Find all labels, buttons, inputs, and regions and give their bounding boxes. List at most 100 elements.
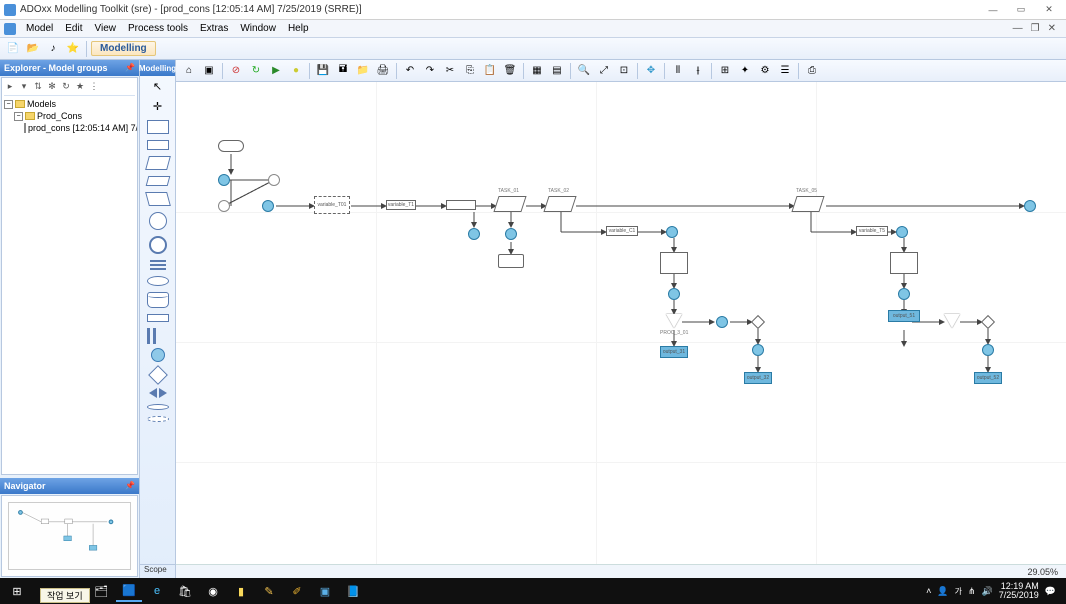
app-icon-2[interactable]: ✐ [284, 580, 310, 602]
palette-parallelogram-1[interactable] [145, 156, 171, 170]
palette-crosshair-icon[interactable]: ✛ [147, 100, 169, 114]
tray-up-icon[interactable]: ˄ [926, 586, 931, 596]
minimize-button[interactable]: — [980, 2, 1006, 18]
ct-grid-2-icon[interactable]: ▤ [548, 62, 566, 80]
task-b[interactable] [543, 196, 576, 212]
task-d[interactable] [791, 196, 824, 212]
ct-record-icon[interactable]: ● [287, 62, 305, 80]
tree-sort-icon[interactable]: ⇅ [32, 80, 44, 92]
mdi-restore-icon[interactable]: ❐ [1031, 23, 1040, 34]
tree-model[interactable]: prod_cons [12:05:14 AM] 7/ [4, 122, 135, 134]
ct-undo-icon[interactable]: ⊘ [227, 62, 245, 80]
diagram-canvas[interactable]: variable_T01 variable_T1 TASK_01 TASK_02… [176, 82, 1066, 564]
navigator-thumbnail[interactable] [1, 495, 138, 577]
ct-copy-icon[interactable]: ⎘ [461, 62, 479, 80]
cone-1[interactable] [666, 314, 682, 328]
file-explorer-icon[interactable]: 🗂 [88, 580, 114, 602]
navigator-pin-icon[interactable]: 📌 [125, 481, 135, 491]
app-icon-1[interactable]: ✎ [256, 580, 282, 602]
bar-2[interactable] [446, 200, 476, 210]
output-d[interactable]: output_52 [974, 372, 1002, 384]
menu-edit[interactable]: Edit [59, 22, 88, 35]
app-icon-4[interactable]: 📘 [340, 580, 366, 602]
palette-dashed-ellipse[interactable] [147, 416, 169, 422]
ct-nav-icon[interactable]: ✥ [642, 62, 660, 80]
tray-clock[interactable]: 12:19 AM 7/25/2019 [999, 582, 1039, 601]
tree-more-icon[interactable]: ⋮ [88, 80, 100, 92]
palette-bar-shape[interactable] [147, 314, 169, 322]
ct-saveall-icon[interactable]: 🖬 [334, 62, 352, 80]
mdi-close-icon[interactable]: ✕ [1048, 23, 1056, 34]
ct-back-icon[interactable]: ↶ [401, 62, 419, 80]
node-under-b[interactable] [505, 228, 517, 240]
tree-expand-icon[interactable]: ▸ [4, 80, 16, 92]
menu-model[interactable]: Model [20, 22, 59, 35]
node-r3[interactable] [716, 316, 728, 328]
palette-flat-ellipse[interactable] [147, 404, 169, 410]
ct-redo-icon[interactable]: ↻ [247, 62, 265, 80]
close-button[interactable]: ✕ [1036, 2, 1062, 18]
ct-delete-icon[interactable]: 🗑 [501, 62, 519, 80]
modelling-tab[interactable]: Modelling [91, 41, 156, 56]
ct-align-2-icon[interactable]: ⫲ [689, 62, 707, 80]
node-c1[interactable] [218, 174, 230, 186]
tree-group[interactable]: − Prod_Cons [4, 110, 135, 122]
node-under-a[interactable] [468, 228, 480, 240]
maximize-button[interactable]: ▭ [1008, 2, 1034, 18]
palette-node-filled[interactable] [151, 348, 165, 362]
chrome-icon[interactable]: ◉ [200, 580, 226, 602]
edge-icon[interactable]: e [144, 580, 170, 602]
menu-view[interactable]: View [88, 22, 122, 35]
ct-play-icon[interactable]: ▶ [267, 62, 285, 80]
node-gateway-1[interactable] [268, 174, 280, 186]
ct-zoom-in-icon[interactable]: 🔍 [575, 62, 593, 80]
ct-align-1-icon[interactable]: ⫴ [669, 62, 687, 80]
palette-bars[interactable] [150, 260, 166, 270]
tool-bookmark-icon[interactable]: ⭐ [64, 40, 82, 58]
output-a[interactable]: output_31 [660, 346, 688, 358]
task-box-1[interactable]: variable_T01 [314, 196, 350, 214]
menu-window[interactable]: Window [234, 22, 282, 35]
menu-extras[interactable]: Extras [194, 22, 234, 35]
var-d[interactable]: variable_T5 [856, 226, 888, 236]
palette-pointer-icon[interactable]: ↖ [147, 80, 169, 94]
palette-small-rect[interactable] [147, 140, 169, 150]
node-s3[interactable] [982, 344, 994, 356]
palette-triangles[interactable] [149, 388, 167, 398]
palette-twin-bars[interactable] [147, 328, 169, 342]
ct-print-icon[interactable]: 🖨 [374, 62, 392, 80]
store-icon[interactable]: 🛍 [172, 580, 198, 602]
menu-process-tools[interactable]: Process tools [122, 22, 194, 35]
tray-notifications-icon[interactable]: 💬 [1045, 586, 1056, 597]
palette-cylinder[interactable] [147, 292, 169, 308]
node-s1[interactable] [896, 226, 908, 238]
adoxx-taskbar-icon[interactable]: 🟦 [116, 580, 142, 602]
node-r4[interactable] [752, 344, 764, 356]
ct-zoom-fit-icon[interactable]: ⤢ [595, 62, 613, 80]
palette-parallelogram-2[interactable] [145, 176, 170, 186]
start-node[interactable] [218, 140, 244, 152]
ct-grid-toggle-icon[interactable]: ⊞ [716, 62, 734, 80]
tree-collapse-icon[interactable]: ▾ [18, 80, 30, 92]
task-a[interactable] [493, 196, 526, 212]
tray-sound-icon[interactable]: 🔊 [982, 586, 993, 597]
var-c[interactable]: variable_C1 [606, 226, 638, 236]
node-s2[interactable] [898, 288, 910, 300]
box-r1[interactable] [660, 252, 688, 274]
start-button[interactable]: ⊞ [4, 580, 30, 602]
tree-refresh-icon[interactable]: ↻ [60, 80, 72, 92]
cone-2[interactable] [944, 314, 960, 328]
tree-root[interactable]: − Models [4, 98, 135, 110]
tool-music-icon[interactable]: ♪ [44, 40, 62, 58]
ct-folder-icon[interactable]: 📁 [354, 62, 372, 80]
ct-forward-icon[interactable]: ↷ [421, 62, 439, 80]
node-c2[interactable] [262, 200, 274, 212]
menu-help[interactable]: Help [282, 22, 315, 35]
ct-cut-icon[interactable]: ✂ [441, 62, 459, 80]
mdi-minimize-icon[interactable]: — [1013, 23, 1023, 34]
palette-bold-circle[interactable] [149, 236, 167, 254]
ct-zoom-out-icon[interactable]: ⊡ [615, 62, 633, 80]
node-r2[interactable] [668, 288, 680, 300]
palette-ellipse[interactable] [147, 276, 169, 286]
ct-export-icon[interactable]: ⎙ [803, 62, 821, 80]
